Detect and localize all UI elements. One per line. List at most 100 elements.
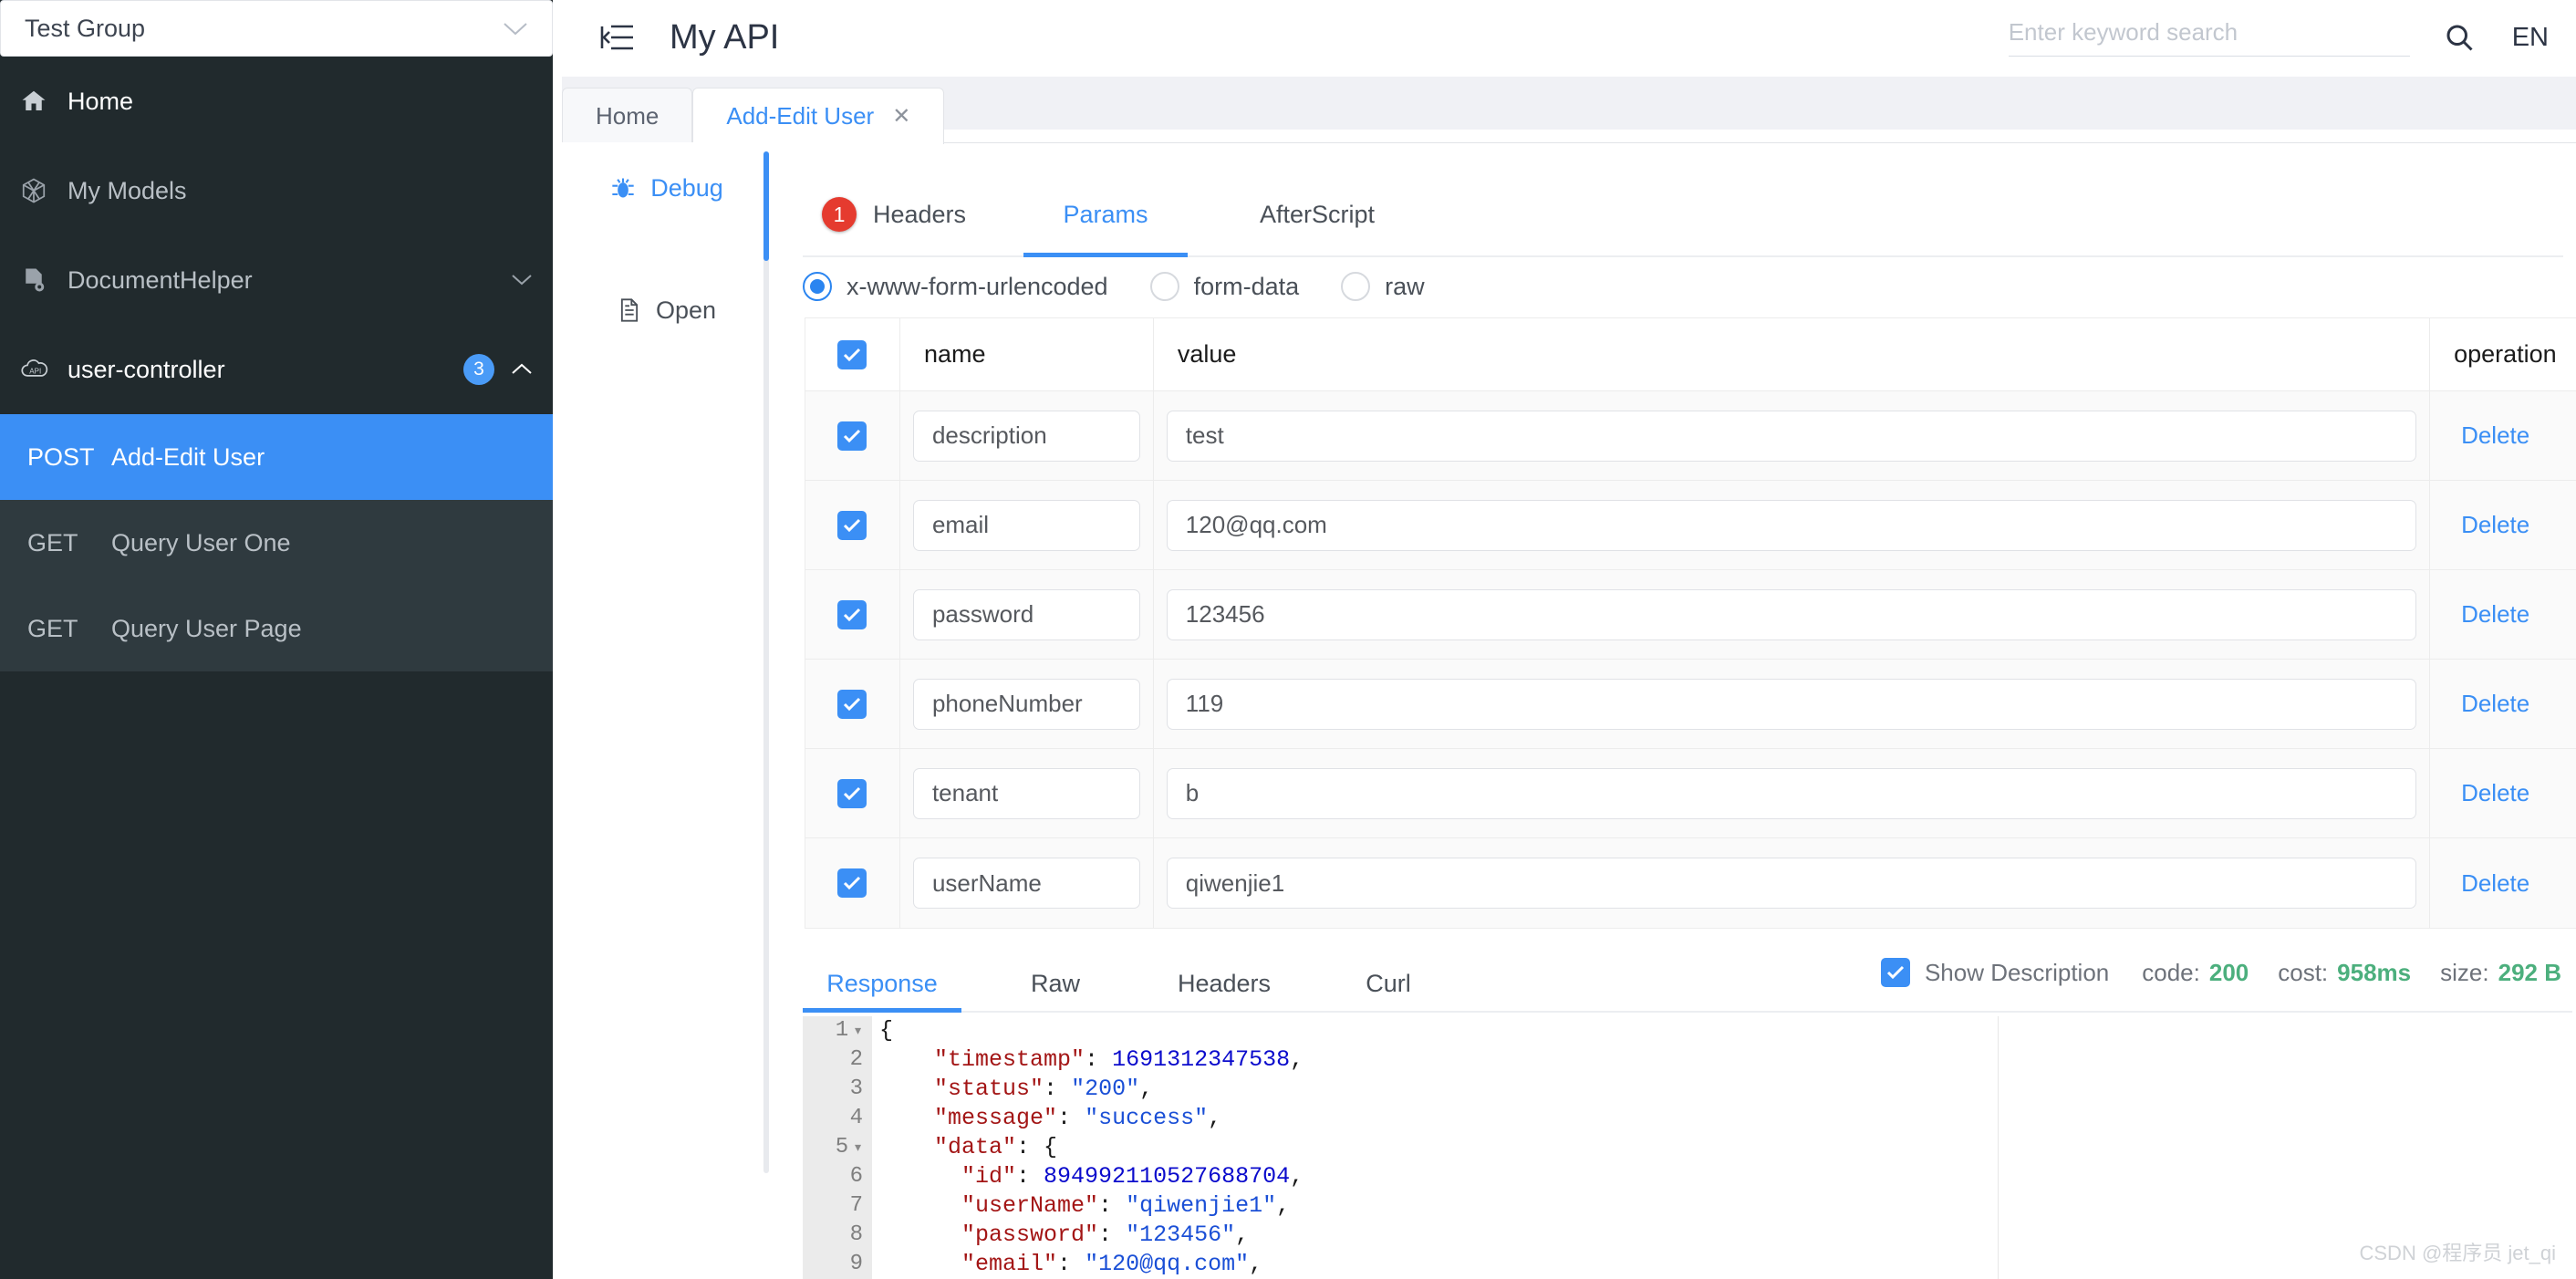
- code-fold-icon[interactable]: ▾: [853, 1023, 863, 1041]
- row-checkbox[interactable]: [837, 421, 867, 451]
- code-line-number: 2: [849, 1047, 863, 1072]
- sidebar-item-documenthelper[interactable]: DocumentHelper: [0, 235, 553, 325]
- api-title: Query User Page: [111, 614, 302, 642]
- api-cloud-icon: API: [20, 356, 60, 383]
- tab-afterscript-label: AfterScript: [1259, 200, 1376, 228]
- delete-button[interactable]: Delete: [2461, 779, 2529, 807]
- delete-button[interactable]: Delete: [2461, 600, 2529, 629]
- delete-button[interactable]: Delete: [2461, 869, 2529, 898]
- tab-headers[interactable]: 1 Headers: [803, 173, 985, 255]
- group-select[interactable]: Test Group: [0, 0, 553, 57]
- sidebar-item-home[interactable]: Home: [0, 57, 553, 146]
- api-endpoint-query-user-one[interactable]: GET Query User One: [0, 500, 553, 586]
- code-line: "userName": "qiwenjie1",: [879, 1191, 1304, 1221]
- code-token: ,: [1139, 1076, 1154, 1102]
- sidebar-item-my-models[interactable]: My Models: [0, 146, 553, 235]
- code-line-number: 7: [849, 1193, 863, 1218]
- code-token: :: [1085, 1046, 1113, 1073]
- tab-add-edit-user[interactable]: Add-Edit User ✕: [692, 88, 945, 144]
- rail-scrollbar[interactable]: [763, 151, 769, 1173]
- api-method: GET: [27, 614, 78, 642]
- select-all-checkbox[interactable]: [837, 339, 867, 369]
- tab-headers-label: Headers: [872, 200, 967, 228]
- home-icon: [20, 88, 60, 115]
- collapse-sidebar-icon[interactable]: [598, 22, 635, 53]
- code-token: ,: [1235, 1222, 1250, 1248]
- code-value: 200: [2208, 958, 2249, 986]
- api-method: GET: [27, 528, 78, 556]
- code-line: "status": "200",: [879, 1075, 1304, 1104]
- param-value-input[interactable]: [1166, 588, 2417, 640]
- tab-raw[interactable]: Raw: [996, 954, 1115, 1013]
- api-endpoint-query-user-page[interactable]: GET Query User Page: [0, 586, 553, 671]
- api-endpoint-add-edit-user[interactable]: POST Add-Edit User: [0, 414, 553, 500]
- search-box[interactable]: [2008, 18, 2410, 57]
- code-fold-icon[interactable]: ▾: [853, 1139, 863, 1158]
- table-row: Delete: [805, 838, 2576, 928]
- search-icon[interactable]: [2443, 21, 2476, 54]
- delete-button[interactable]: Delete: [2461, 511, 2529, 539]
- sidebar-item-my-models-label: My Models: [68, 176, 187, 204]
- sidebar-item-user-controller[interactable]: API user-controller 3: [0, 325, 553, 414]
- param-name-cell: [900, 660, 1154, 748]
- file-icon: [618, 297, 641, 323]
- chevron-up-icon[interactable]: [511, 358, 533, 381]
- rail-item-open-label: Open: [655, 296, 717, 324]
- tab-response-headers[interactable]: Headers: [1149, 954, 1299, 1013]
- param-name-input[interactable]: [912, 767, 1140, 819]
- code-content[interactable]: { "timestamp": 1691312347538, "status": …: [879, 1016, 1304, 1279]
- tab-home[interactable]: Home: [562, 88, 693, 144]
- search-input[interactable]: [2008, 18, 2410, 47]
- tab-response[interactable]: Response: [803, 954, 961, 1013]
- language-switch[interactable]: EN: [2512, 23, 2549, 53]
- radio-form-data[interactable]: form-data: [1149, 272, 1299, 301]
- delete-button[interactable]: Delete: [2461, 690, 2529, 718]
- param-value-input[interactable]: [1166, 858, 2417, 909]
- radio-x-www-form-urlencoded[interactable]: x-www-form-urlencoded: [803, 272, 1108, 301]
- param-value-cell: [1154, 838, 2431, 928]
- tab-curl[interactable]: Curl: [1334, 954, 1443, 1013]
- chevron-down-icon[interactable]: [511, 268, 533, 292]
- code-token: :: [1044, 1076, 1072, 1102]
- delete-button[interactable]: Delete: [2461, 421, 2529, 450]
- sidebar-nav: Home My Models DocumentHelper API user-c…: [0, 57, 553, 671]
- row-checkbox[interactable]: [837, 599, 867, 629]
- row-checkbox[interactable]: [837, 778, 867, 808]
- tab-params[interactable]: Params: [1023, 173, 1188, 257]
- row-checkbox[interactable]: [837, 510, 867, 540]
- show-description-checkbox[interactable]: [1880, 958, 1910, 987]
- radio-dot-selected-icon: [803, 272, 832, 301]
- row-checkbox[interactable]: [837, 868, 867, 898]
- param-name-input[interactable]: [912, 588, 1140, 640]
- tab-curl-label: Curl: [1366, 969, 1411, 997]
- table-row: Delete: [805, 749, 2576, 838]
- code-token: :: [1057, 1105, 1085, 1131]
- tab-afterscript[interactable]: AfterScript: [1226, 173, 1408, 255]
- param-name-input[interactable]: [912, 858, 1140, 909]
- row-checkbox[interactable]: [837, 689, 867, 719]
- radio-raw[interactable]: raw: [1341, 272, 1425, 301]
- param-value-input[interactable]: [1166, 410, 2417, 462]
- rail-item-open[interactable]: Open: [562, 283, 772, 338]
- svg-text:API: API: [29, 368, 41, 376]
- code-line-numbers: 1 ▾ 2 3 4 5 ▾ 6 7 8 9: [803, 1016, 872, 1279]
- code-token: ,: [1276, 1192, 1291, 1219]
- rail-item-debug[interactable]: Debug: [562, 161, 772, 215]
- response-code-viewer[interactable]: 1 ▾ 2 3 4 5 ▾ 6 7 8 9 { "timestamp": 1691312347538…: [803, 1016, 2576, 1279]
- rail-scrollbar-thumb[interactable]: [763, 151, 769, 261]
- param-name-input[interactable]: [912, 678, 1140, 730]
- param-value-input[interactable]: [1166, 767, 2417, 819]
- param-name-input[interactable]: [912, 499, 1140, 551]
- param-value-input[interactable]: [1166, 499, 2417, 551]
- param-operation-cell: Delete: [2430, 391, 2576, 480]
- row-select-cell: [805, 660, 900, 748]
- param-value-cell: [1154, 660, 2431, 748]
- param-name-input[interactable]: [912, 410, 1140, 462]
- code-token: "userName": [961, 1192, 1099, 1219]
- column-header-name: name: [900, 318, 1154, 390]
- code-line-number: 6: [849, 1164, 863, 1189]
- param-value-cell: [1154, 749, 2431, 837]
- param-value-input[interactable]: [1166, 678, 2417, 730]
- close-icon[interactable]: ✕: [892, 103, 910, 130]
